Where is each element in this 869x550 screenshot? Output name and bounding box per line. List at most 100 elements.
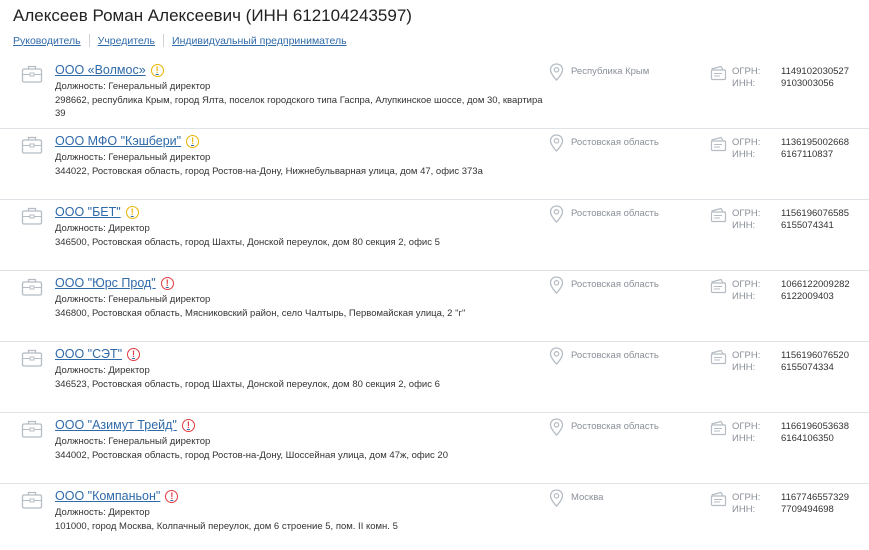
status-icon: !	[186, 134, 200, 148]
list-item: ООО «Волмос» ! Должность: Генеральный ди…	[0, 58, 869, 129]
tab-founder[interactable]: Учредитель	[98, 35, 155, 47]
ogrn-value: 1136195002668	[781, 137, 849, 148]
company-link[interactable]: ООО «Волмос» !	[55, 63, 164, 77]
tab-director[interactable]: Руководитель	[13, 35, 81, 47]
page-header: Алексеев Роман Алексеевич (ИНН 612104243…	[13, 0, 863, 58]
ogrn-label: ОГРН:	[732, 421, 761, 432]
inn-value: 6167110837	[781, 149, 834, 160]
list-item: ООО "БЕТ" ! Должность: Директор 346500, …	[0, 200, 869, 271]
region: Ростовская область	[571, 350, 659, 361]
location-pin-icon	[549, 418, 564, 436]
region: Москва	[571, 492, 604, 503]
briefcase-icon	[21, 136, 43, 154]
page-title: Алексеев Роман Алексеевич (ИНН 612104243…	[13, 6, 412, 25]
inn-value: 9103003056	[781, 78, 834, 89]
status-icon: !	[125, 205, 139, 219]
registration-labels: ОГРН: ИНН:	[732, 66, 760, 90]
status-icon: !	[127, 347, 141, 361]
registration-doc-icon	[710, 65, 727, 81]
registration-labels: ОГРН: ИНН:	[732, 421, 760, 445]
position: Должность: Генеральный директор	[55, 152, 211, 163]
position: Должность: Генеральный директор	[55, 436, 211, 447]
status-icon: !	[150, 63, 164, 77]
registration-doc-icon	[710, 491, 727, 507]
status-icon: !	[165, 489, 179, 503]
company-link[interactable]: ООО "СЭТ" !	[55, 347, 141, 361]
inn-label: ИНН:	[732, 220, 756, 231]
registration-values: 1066122009282 6122009403	[781, 279, 850, 303]
address: 346523, Ростовская область, город Шахты,…	[55, 379, 440, 390]
registration-doc-icon	[710, 420, 727, 436]
inn-value: 6155074334	[781, 362, 834, 373]
company-name: ООО МФО "Кэшбери"	[55, 134, 182, 148]
briefcase-icon	[21, 420, 43, 438]
registration-labels: ОГРН: ИНН:	[732, 208, 760, 232]
registration-values: 1167746557329 7709494698	[781, 492, 849, 516]
tab-divider	[163, 34, 165, 47]
position: Должность: Директор	[55, 365, 150, 376]
list-item: ООО "СЭТ" ! Должность: Директор 346523, …	[0, 342, 869, 413]
region: Ростовская область	[571, 137, 659, 148]
address: 298662, республика Крым, город Ялта, пос…	[55, 95, 543, 119]
address: 346500, Ростовская область, город Шахты,…	[55, 237, 440, 248]
inn-value: 6164106350	[781, 433, 834, 444]
ogrn-value: 1156196076520	[781, 350, 849, 361]
ogrn-label: ОГРН:	[732, 279, 761, 290]
location-pin-icon	[549, 134, 564, 152]
company-link[interactable]: ООО МФО "Кэшбери" !	[55, 134, 200, 148]
registration-labels: ОГРН: ИНН:	[732, 137, 760, 161]
address: 101000, город Москва, Колпачный переулок…	[55, 521, 398, 532]
inn-value: 6155074341	[781, 220, 834, 231]
region: Ростовская область	[571, 421, 659, 432]
region: Ростовская область	[571, 208, 659, 219]
list-item: ООО МФО "Кэшбери" ! Должность: Генеральн…	[0, 129, 869, 200]
inn-label: ИНН:	[732, 504, 756, 515]
registration-values: 1166196053638 6164106350	[781, 421, 849, 445]
ogrn-label: ОГРН:	[732, 137, 761, 148]
status-icon: !	[181, 418, 195, 432]
registration-labels: ОГРН: ИНН:	[732, 350, 760, 374]
position: Должность: Генеральный директор	[55, 294, 211, 305]
company-name: ООО "Юрс Прод"	[55, 276, 156, 290]
company-name: ООО "БЕТ"	[55, 205, 121, 219]
ogrn-value: 1166196053638	[781, 421, 849, 432]
ogrn-value: 1167746557329	[781, 492, 849, 503]
inn-value: 7709494698	[781, 504, 834, 515]
registration-doc-icon	[710, 349, 727, 365]
registration-values: 1156196076520 6155074334	[781, 350, 849, 374]
location-pin-icon	[549, 347, 564, 365]
company-name: ООО "СЭТ"	[55, 347, 123, 361]
position: Должность: Генеральный директор	[55, 81, 211, 92]
inn-label: ИНН:	[732, 78, 756, 89]
company-link[interactable]: ООО "Азимут Трейд" !	[55, 418, 195, 432]
region: Республика Крым	[571, 66, 650, 77]
company-name: ООО "Компаньон"	[55, 489, 161, 503]
company-link[interactable]: ООО "БЕТ" !	[55, 205, 139, 219]
briefcase-icon	[21, 278, 43, 296]
company-list: ООО «Волмос» ! Должность: Генеральный ди…	[0, 58, 869, 550]
registration-doc-icon	[710, 207, 727, 223]
region: Ростовская область	[571, 279, 659, 290]
briefcase-icon	[21, 349, 43, 367]
inn-label: ИНН:	[732, 149, 756, 160]
ogrn-label: ОГРН:	[732, 492, 761, 503]
address: 344002, Ростовская область, город Ростов…	[55, 450, 448, 461]
briefcase-icon	[21, 65, 43, 83]
ogrn-label: ОГРН:	[732, 350, 761, 361]
tab-divider	[88, 34, 90, 47]
registration-doc-icon	[710, 136, 727, 152]
location-pin-icon	[549, 63, 564, 81]
position: Должность: Директор	[55, 507, 150, 518]
ogrn-label: ОГРН:	[732, 66, 761, 77]
tab-individual-entrepreneur[interactable]: Индивидуальный предприниматель	[172, 35, 347, 47]
inn-label: ИНН:	[732, 362, 756, 373]
location-pin-icon	[549, 489, 564, 507]
list-item: ООО "Юрс Прод" ! Должность: Генеральный …	[0, 271, 869, 342]
briefcase-icon	[21, 207, 43, 225]
ogrn-value: 1066122009282	[781, 279, 850, 290]
position: Должность: Директор	[55, 223, 150, 234]
inn-label: ИНН:	[732, 291, 756, 302]
ogrn-value: 1156196076585	[781, 208, 849, 219]
company-link[interactable]: ООО "Юрс Прод" !	[55, 276, 174, 290]
company-link[interactable]: ООО "Компаньон" !	[55, 489, 179, 503]
